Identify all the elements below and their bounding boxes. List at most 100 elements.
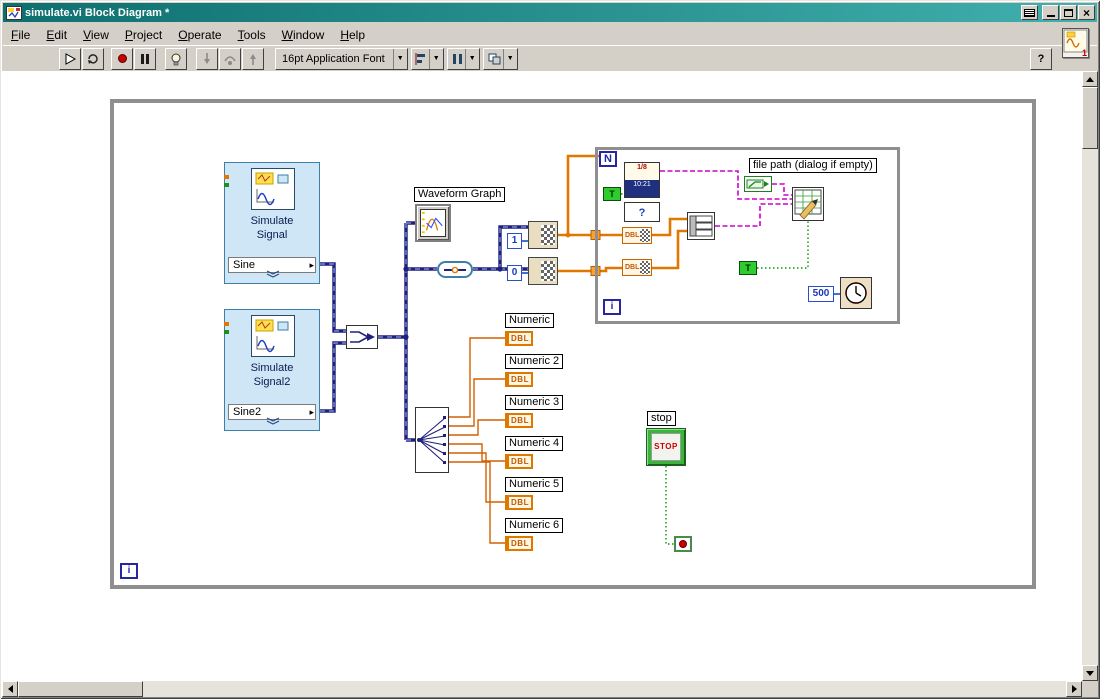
arrow-left-icon [7,685,13,693]
boolean-true-constant-1[interactable]: T [603,187,621,201]
help-button[interactable]: ? [1030,48,1052,70]
arrow-right-icon [1071,685,1077,693]
abort-button[interactable] [111,47,133,70]
step-out-button[interactable] [242,47,264,70]
print-window-button[interactable] [1021,5,1038,20]
numeric-label[interactable]: Numeric [505,313,554,328]
for-loop-iteration-terminal[interactable]: i [603,299,621,315]
menu-file[interactable]: File [3,26,38,44]
vi-run-state-icon[interactable]: 1 [1062,28,1089,58]
pause-icon [141,53,149,64]
file-path-constant[interactable] [744,176,772,192]
titlebar[interactable]: simulate.vi Block Diagram * × [3,3,1097,22]
distribute-objects-dropdown[interactable]: ▼ [446,47,480,70]
font-selector[interactable]: 16pt Application Font ▼ [275,47,408,70]
split-signals-node[interactable] [415,407,449,473]
step-out-icon [250,53,256,65]
chevron-down-icon[interactable]: ▼ [428,48,443,69]
write-measurement-file-node[interactable] [792,187,824,221]
menu-window[interactable]: Window [274,26,333,44]
for-loop-count-terminal[interactable]: N [599,151,617,167]
menu-project[interactable]: Project [117,26,170,44]
menu-view[interactable]: View [75,26,117,44]
close-button[interactable]: × [1078,5,1095,20]
convert-from-dynamic-node-2[interactable]: DBL [622,259,652,276]
labview-logo-icon [6,5,22,20]
merge-signals-node[interactable] [346,325,378,349]
scroll-left-button[interactable] [2,681,18,697]
diagram-canvas[interactable]: i Simulate Signal Sine ▸ Simulate Signal… [2,71,1082,681]
numeric-terminal[interactable]: DBL [505,495,533,510]
numeric-label[interactable]: Numeric 5 [505,477,564,492]
waveform-graph-terminal[interactable] [415,204,451,242]
align-objects-icon [415,52,425,65]
numeric-label[interactable]: Numeric 6 [505,518,564,533]
menu-help[interactable]: Help [332,26,373,44]
reorder-dropdown[interactable]: ▼ [482,47,518,70]
wait-until-next-ms-node[interactable] [840,277,872,309]
numeric-terminal[interactable]: DBL [505,454,533,469]
font-selector-value: 16pt Application Font [282,52,385,65]
expand-chevron-icon[interactable] [265,412,281,430]
menu-operate[interactable]: Operate [170,26,229,44]
extract-signal-node-1[interactable] [528,221,558,249]
dbl-text: DBL [625,232,640,239]
labview-window: simulate.vi Block Diagram * × File Edit … [0,0,1100,699]
app-icon[interactable] [6,5,22,20]
while-loop-iteration-terminal[interactable]: i [120,563,138,579]
input-stub-icon [224,175,229,179]
stop-label[interactable]: stop [647,411,676,426]
input-stub-icon [224,322,229,326]
horizontal-scrollbar[interactable] [2,681,1082,697]
scroll-right-button[interactable] [1066,681,1082,697]
loop-condition-terminal[interactable] [674,536,692,552]
numeric-label[interactable]: Numeric 4 [505,436,564,451]
stop-button-terminal[interactable]: STOP [646,428,686,466]
build-array-node[interactable] [687,212,715,240]
menu-tools[interactable]: Tools [230,26,274,44]
date-text: 1/8 [625,163,659,180]
extract-signal-node-2[interactable] [528,257,558,285]
chevron-down-icon[interactable]: ▼ [392,48,407,69]
highlight-execution-button[interactable] [165,47,187,70]
run-button[interactable] [59,47,81,70]
simulate-signal-2-node[interactable]: Simulate Signal2 Sine2 ▸ [224,309,320,431]
pause-button[interactable] [134,47,156,70]
time-text: 10:21 [625,180,659,197]
scroll-up-button[interactable] [1082,71,1098,87]
menu-edit[interactable]: Edit [38,26,75,44]
simulate-signal-1-node[interactable]: Simulate Signal Sine ▸ [224,162,320,284]
numeric-constant-0[interactable]: 0 [507,265,522,281]
numeric-label[interactable]: Numeric 2 [505,354,564,369]
chevron-down-icon[interactable]: ▼ [464,48,479,69]
datetime-node[interactable]: 1/8 10:21 [624,162,660,198]
numeric-terminal[interactable]: DBL [505,413,533,428]
expand-chevron-icon[interactable] [265,265,281,283]
scroll-down-button[interactable] [1082,665,1098,681]
stop-condition-icon [679,540,687,548]
file-path-label[interactable]: file path (dialog if empty) [749,158,877,173]
run-continuous-icon [88,53,98,64]
waveform-graph-label[interactable]: Waveform Graph [414,187,506,202]
maximize-button[interactable] [1060,5,1077,20]
numeric-terminal[interactable]: DBL [505,331,533,346]
numeric-label[interactable]: Numeric 3 [505,395,564,410]
numeric-terminal[interactable]: DBL [505,372,533,387]
wait-ms-constant[interactable]: 500 [808,286,834,302]
step-into-button[interactable] [196,47,218,70]
step-over-button[interactable] [219,47,241,70]
numeric-constant-1[interactable]: 1 [507,233,522,249]
file-dialog-node[interactable]: ? [624,202,660,222]
minimize-button[interactable] [1042,5,1059,20]
align-objects-dropdown[interactable]: ▼ [410,47,444,70]
horizontal-scroll-thumb[interactable] [18,681,143,697]
convert-from-dynamic-node-1[interactable]: DBL [622,227,652,244]
boolean-true-constant-2[interactable]: T [739,261,757,275]
numeric-terminal[interactable]: DBL [505,536,533,551]
convert-dynamic-data-node[interactable] [437,261,473,278]
simulate-signal-icon [251,168,295,210]
chevron-down-icon[interactable]: ▼ [502,48,517,69]
vertical-scroll-thumb[interactable] [1082,87,1098,149]
run-continuously-button[interactable] [82,47,104,70]
vertical-scrollbar[interactable] [1082,71,1098,681]
